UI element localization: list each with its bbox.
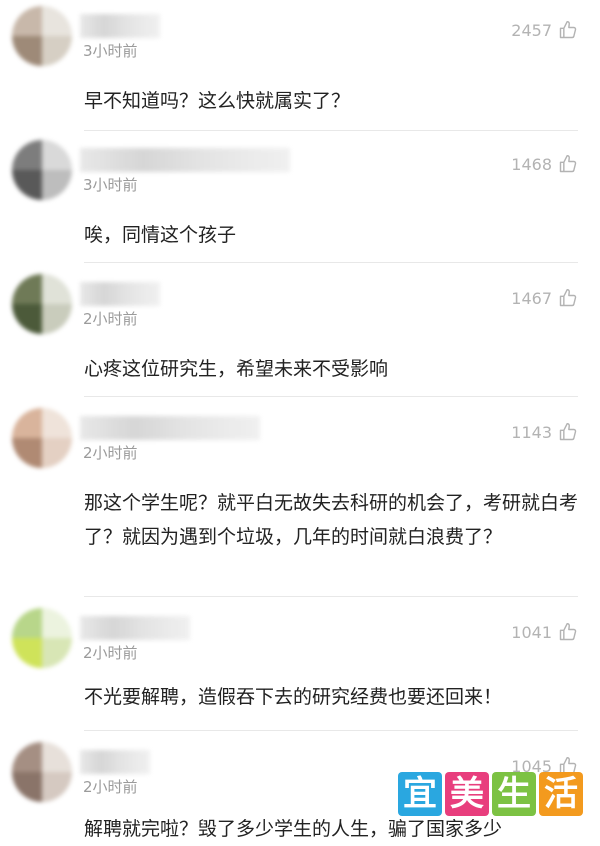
thumbs-up-icon <box>559 422 577 441</box>
avatar[interactable] <box>12 742 72 802</box>
comment-time: 2小时前 <box>83 644 138 662</box>
divider <box>84 596 578 597</box>
like-count: 1467 <box>511 288 552 308</box>
username-blurred[interactable] <box>80 616 190 640</box>
thumbs-up-icon <box>559 622 577 641</box>
like-count: 2457 <box>511 20 552 40</box>
like-count: 1468 <box>511 154 552 174</box>
like-button[interactable]: 1468 <box>511 154 578 174</box>
like-button[interactable]: 2457 <box>511 20 578 40</box>
username-blurred[interactable] <box>80 416 260 440</box>
comment-time: 2小时前 <box>83 444 138 462</box>
comment-time: 3小时前 <box>83 176 138 194</box>
avatar[interactable] <box>12 408 72 468</box>
thumbs-up-icon <box>559 20 577 39</box>
avatar[interactable] <box>12 6 72 66</box>
like-count: 1041 <box>511 622 552 642</box>
avatar[interactable] <box>12 274 72 334</box>
comment-text: 心疼这位研究生，希望未来不受影响 <box>84 358 389 380</box>
comment-text: 解聘就完啦？毁了多少学生的人生，骗了国家多少 <box>84 818 503 840</box>
comment-text: 早不知道吗？这么快就属实了？ <box>84 90 351 112</box>
like-count: 1143 <box>511 422 552 442</box>
like-button[interactable]: 1467 <box>511 288 578 308</box>
like-button[interactable]: 1041 <box>511 622 578 642</box>
comment-time: 2小时前 <box>83 310 138 328</box>
watermark-char: 美 <box>445 772 489 816</box>
avatar[interactable] <box>12 608 72 668</box>
username-blurred[interactable] <box>80 282 160 306</box>
username-blurred[interactable] <box>80 148 290 172</box>
username-blurred[interactable] <box>80 750 150 774</box>
comment-text: 那这个学生呢？就平白无故失去科研的机会了，考研就白考了？就因为遇到个垃圾，几年的… <box>84 492 579 548</box>
comment-text: 唉，同情这个孩子 <box>84 224 237 246</box>
divider <box>84 130 578 131</box>
watermark-logo: 宜 美 生 活 <box>398 772 583 816</box>
divider <box>84 730 578 731</box>
thumbs-up-icon <box>559 154 577 173</box>
avatar[interactable] <box>12 140 72 200</box>
comment-time: 2小时前 <box>83 778 138 796</box>
like-button[interactable]: 1143 <box>511 422 578 442</box>
divider <box>84 262 578 263</box>
username-blurred[interactable] <box>80 14 160 38</box>
watermark-char: 活 <box>539 772 583 816</box>
thumbs-up-icon <box>559 288 577 307</box>
comment-text: 不光要解聘，造假吞下去的研究经费也要还回来！ <box>84 686 503 708</box>
watermark-char: 生 <box>492 772 536 816</box>
watermark-char: 宜 <box>398 772 442 816</box>
comment-time: 3小时前 <box>83 42 138 60</box>
divider <box>84 396 578 397</box>
